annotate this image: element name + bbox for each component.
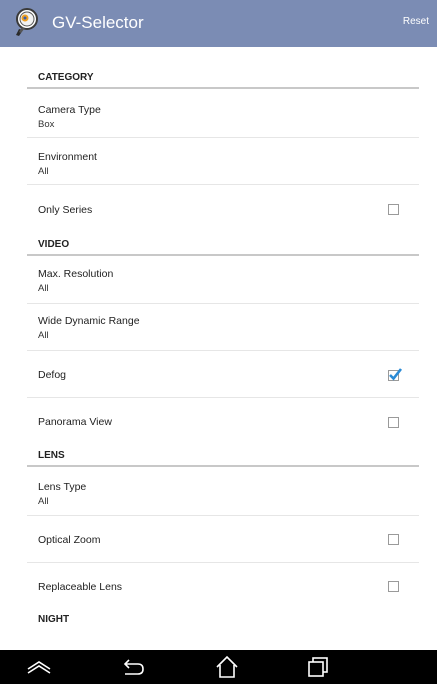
checkmark-icon: [389, 368, 403, 381]
only-series-checkbox[interactable]: [388, 204, 399, 215]
recent-apps-icon[interactable]: [303, 654, 333, 680]
replaceable-lens-checkbox[interactable]: [388, 581, 399, 592]
filter-row-environment[interactable]: Environment All: [27, 138, 419, 185]
home-icon[interactable]: [212, 654, 242, 680]
row-value: All: [38, 283, 49, 294]
filter-row-panorama-view[interactable]: Panorama View: [27, 398, 419, 445]
row-title: Max. Resolution: [38, 268, 114, 280]
row-title: Environment: [38, 151, 97, 163]
row-title: Defog: [38, 369, 67, 381]
filter-list: CATEGORY Camera Type Box Environment All…: [0, 47, 437, 650]
optical-zoom-checkbox[interactable]: [388, 534, 399, 545]
back-icon[interactable]: [117, 654, 147, 680]
row-title: Only Series: [38, 204, 93, 216]
magnifier-icon[interactable]: [15, 7, 45, 37]
defog-checkbox[interactable]: [388, 368, 403, 381]
filter-row-camera-type[interactable]: Camera Type Box: [27, 91, 419, 138]
navigation-bar: [0, 650, 437, 684]
row-title: Camera Type: [38, 104, 101, 116]
app-title: GV-Selector: [52, 13, 144, 32]
row-title: Optical Zoom: [38, 534, 101, 546]
section-header-night: NIGHT: [27, 607, 419, 629]
filter-row-replaceable-lens[interactable]: Replaceable Lens: [27, 563, 419, 610]
section-header-label: LENS: [38, 450, 65, 461]
row-title: Lens Type: [38, 481, 87, 493]
filter-row-lens-type[interactable]: Lens Type All: [27, 469, 419, 516]
action-bar: GV-Selector Reset: [0, 0, 437, 47]
row-value: All: [38, 496, 49, 507]
row-value: Box: [38, 119, 55, 130]
collapse-icon[interactable]: [24, 654, 54, 680]
section-header-lens: LENS: [27, 445, 419, 467]
filter-row-optical-zoom[interactable]: Optical Zoom: [27, 516, 419, 563]
section-header-label: NIGHT: [38, 614, 70, 625]
section-header-label: CATEGORY: [38, 72, 94, 83]
reset-button[interactable]: Reset: [403, 16, 429, 27]
filter-row-defog[interactable]: Defog: [27, 351, 419, 398]
row-title: Wide Dynamic Range: [38, 315, 140, 327]
panorama-view-checkbox[interactable]: [388, 417, 399, 428]
filter-row-max-resolution[interactable]: Max. Resolution All: [27, 257, 419, 304]
filter-row-wide-dynamic-range[interactable]: Wide Dynamic Range All: [27, 304, 419, 351]
row-value: All: [38, 330, 49, 341]
app-frame: GV-Selector Reset CATEGORY Camera Type B…: [0, 0, 437, 684]
section-header-video: VIDEO: [27, 234, 419, 256]
row-title: Panorama View: [38, 416, 112, 428]
section-header-label: VIDEO: [38, 239, 70, 250]
filter-row-only-series[interactable]: Only Series: [27, 185, 419, 232]
section-header-category: CATEGORY: [27, 67, 419, 89]
row-value: All: [38, 166, 49, 177]
row-title: Replaceable Lens: [38, 581, 123, 593]
